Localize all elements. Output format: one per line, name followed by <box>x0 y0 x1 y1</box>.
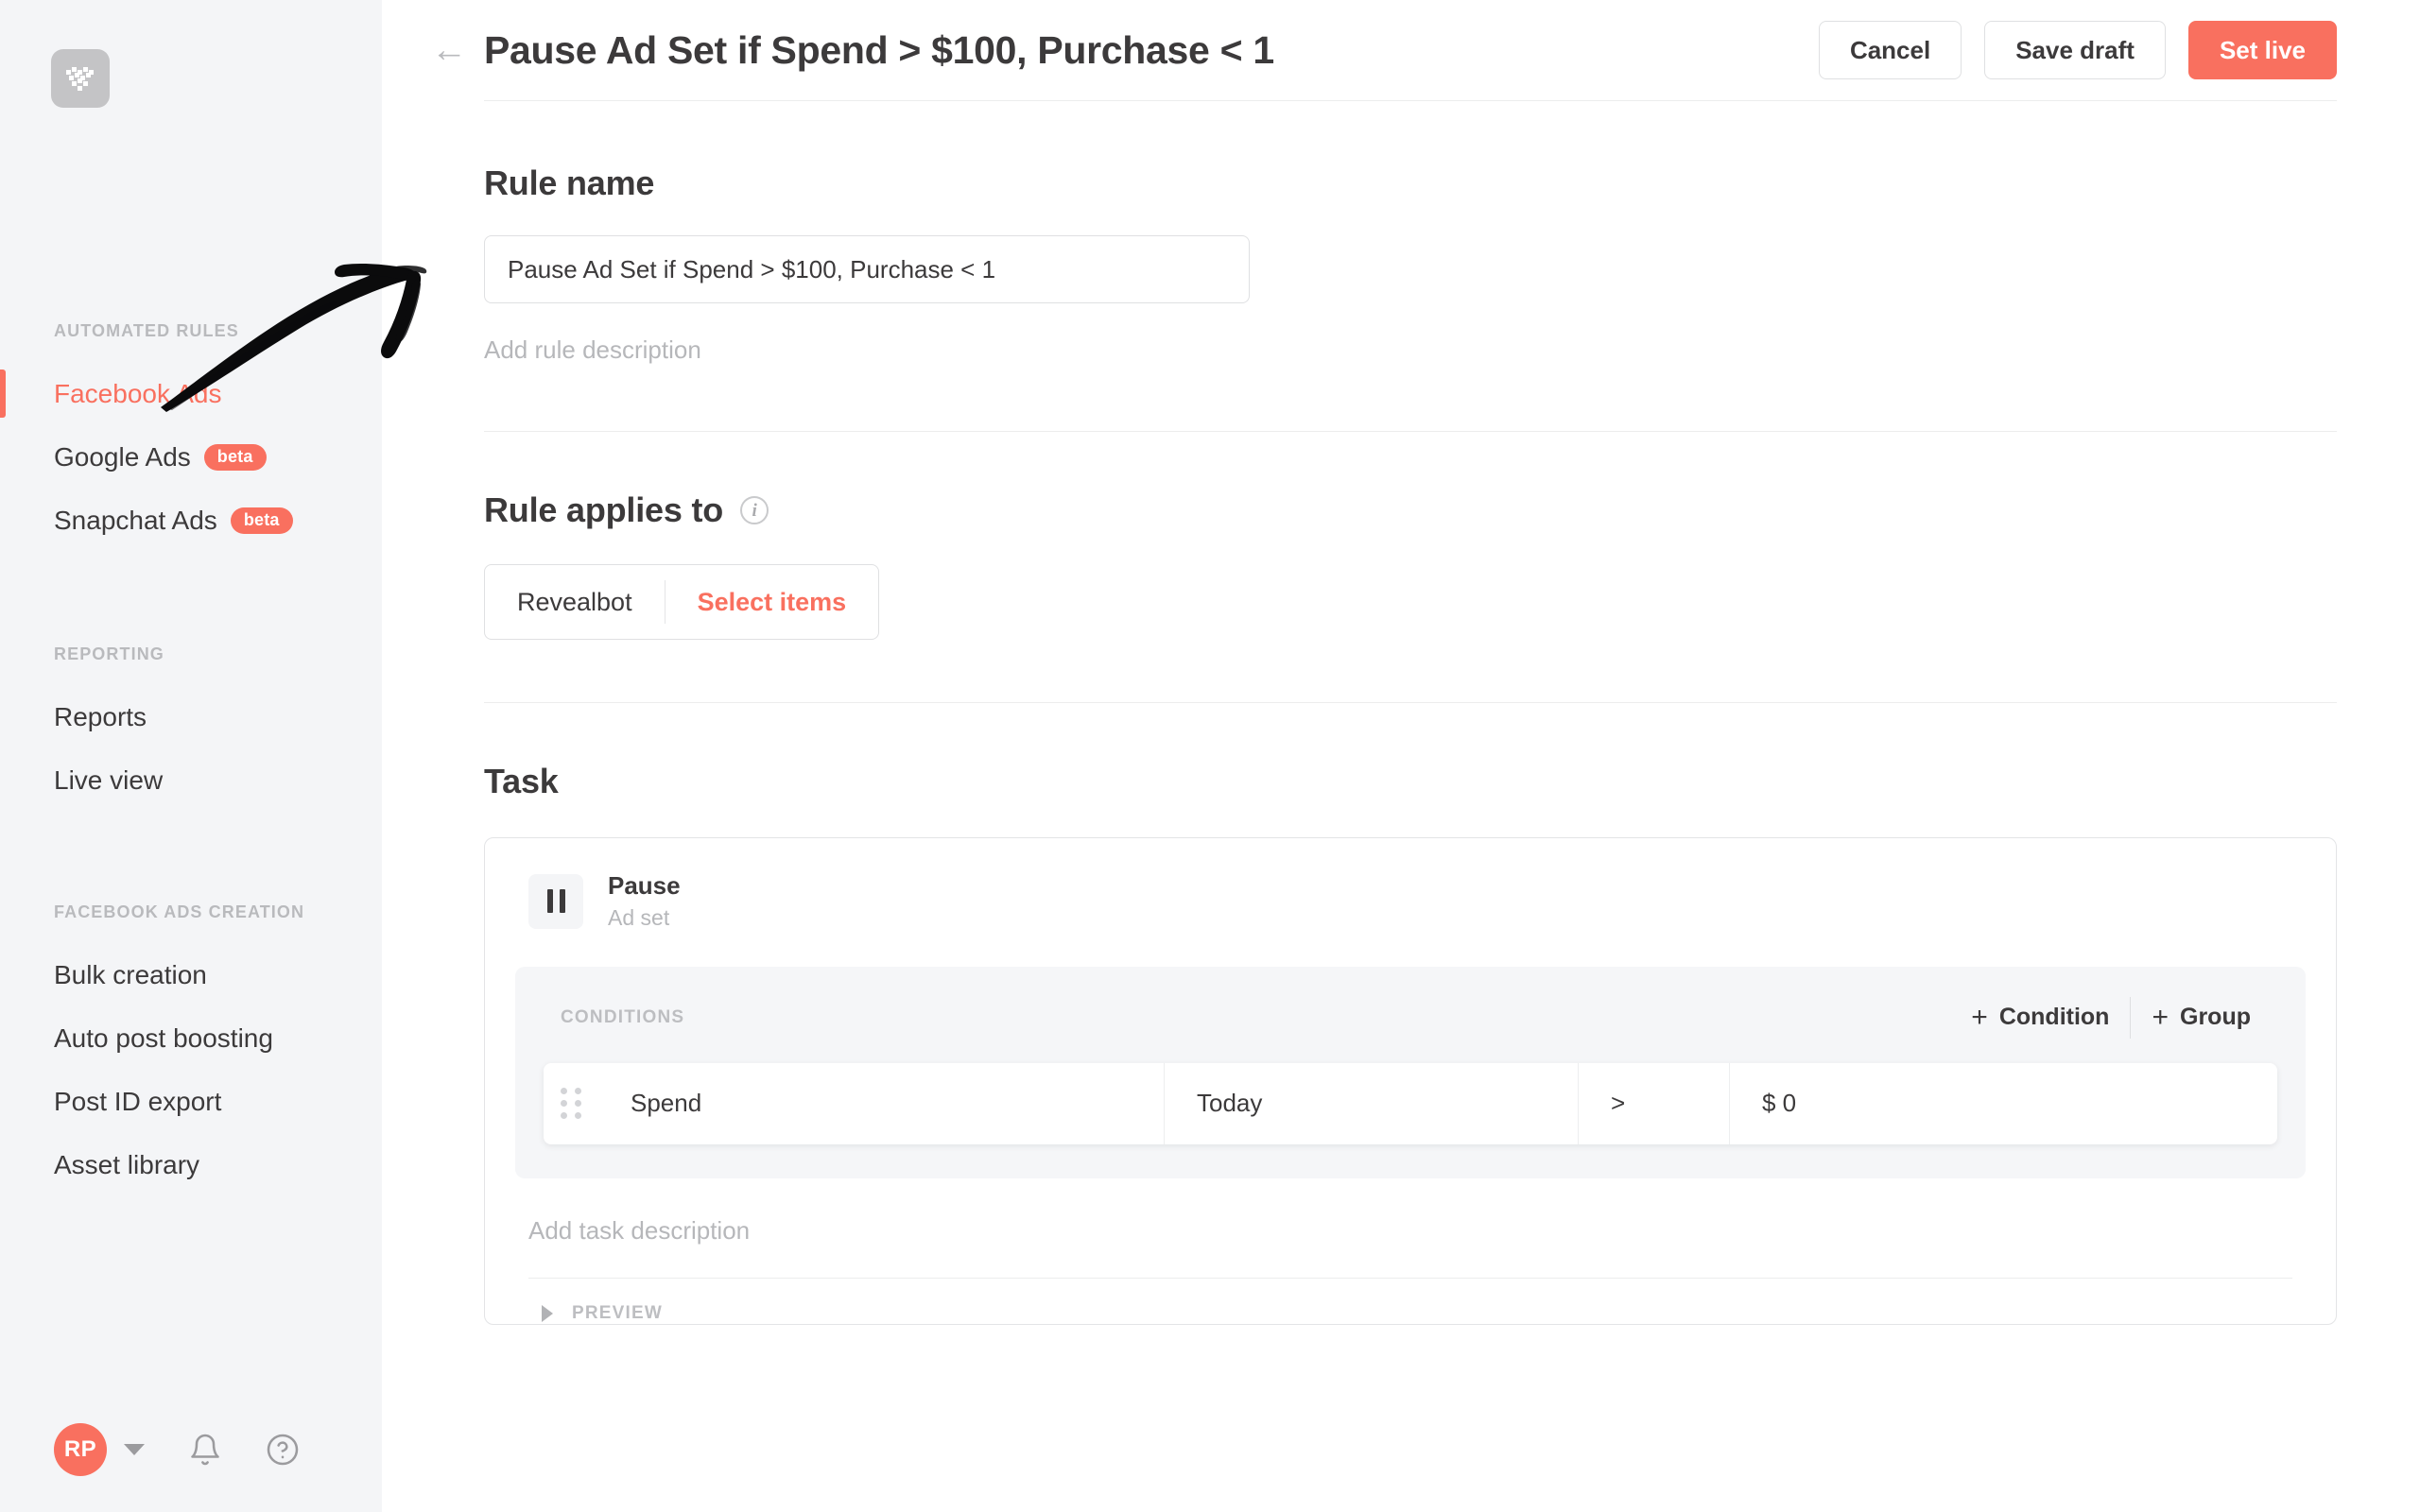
preview-toggle[interactable]: PREVIEW <box>528 1279 2292 1324</box>
page-title: Pause Ad Set if Spend > $100, Purchase <… <box>484 27 1274 72</box>
preview-label: PREVIEW <box>572 1302 664 1323</box>
sidebar-item-label: Snapchat Ads <box>54 505 217 535</box>
sidebar-item-label: Live view <box>54 765 164 795</box>
add-group-button[interactable]: + Group <box>2131 1001 2272 1033</box>
drag-dots <box>561 1088 581 1120</box>
conditions-panel: CONDITIONS + Condition + Group Spend Tod… <box>515 966 2306 1178</box>
info-icon[interactable]: i <box>740 496 769 524</box>
sidebar-item-google-ads[interactable]: Google Ads beta <box>0 425 382 489</box>
topbar: ← Pause Ad Set if Spend > $100, Purchase… <box>382 0 2420 100</box>
sidebar-item-label: Asset library <box>54 1149 200 1179</box>
bell-icon[interactable] <box>188 1433 222 1467</box>
sidebar-items: Reports Live view <box>0 685 382 812</box>
caret-right-icon <box>542 1304 553 1322</box>
sidebar-item-post-id-export[interactable]: Post ID export <box>0 1070 382 1133</box>
sidebar-section-label: REPORTING <box>54 644 164 663</box>
task-action-level: Ad set <box>608 904 670 930</box>
segment-revealbot[interactable]: Revealbot <box>485 565 665 639</box>
pause-bar-right <box>559 889 565 914</box>
arrow-left-icon[interactable]: ← <box>431 32 475 68</box>
sidebar-item-bulk-creation[interactable]: Bulk creation <box>0 943 382 1006</box>
sidebar-section-label: AUTOMATED RULES <box>54 321 239 340</box>
sidebar-item-label: Google Ads <box>54 441 191 472</box>
task-section: Task Pause Ad set CONDITIONS + Condition… <box>484 703 2337 1325</box>
add-condition-button[interactable]: + Condition <box>1950 1001 2130 1033</box>
task-card: Pause Ad set CONDITIONS + Condition + Gr… <box>484 837 2337 1325</box>
sidebar-footer: RP <box>0 1387 382 1512</box>
task-footer: Add task description PREVIEW <box>515 1178 2306 1324</box>
rule-applies-to-segmented-control: Revealbot Select items <box>484 564 880 640</box>
sidebar-section-label: FACEBOOK ADS CREATION <box>54 902 305 921</box>
section-heading: Rule applies to <box>484 490 724 529</box>
sidebar-item-facebook-ads[interactable]: Facebook Ads <box>0 362 382 425</box>
add-rule-description-link[interactable]: Add rule description <box>484 335 701 365</box>
sidebar-item-label: Post ID export <box>54 1086 222 1116</box>
sidebar-item-label: Auto post boosting <box>54 1022 273 1053</box>
avatar[interactable]: RP <box>54 1423 107 1476</box>
set-live-button[interactable]: Set live <box>2187 21 2337 79</box>
add-condition-label: Condition <box>1998 1004 2110 1031</box>
content-area: Rule name Pause Ad Set if Spend > $100, … <box>382 100 2420 1325</box>
task-action-name: Pause <box>608 871 681 900</box>
conditions-header: CONDITIONS + Condition + Group <box>544 995 2277 1040</box>
sidebar-item-reports[interactable]: Reports <box>0 685 382 748</box>
sidebar-item-label: Bulk creation <box>54 959 207 989</box>
rule-applies-to-section: Rule applies to i Revealbot Select items <box>484 432 2337 640</box>
cancel-button[interactable]: Cancel <box>1818 21 1962 79</box>
chevron-down-icon[interactable] <box>124 1444 145 1455</box>
add-task-description-link[interactable]: Add task description <box>528 1216 750 1278</box>
add-group-label: Group <box>2180 1004 2251 1031</box>
sidebar-items: Facebook Ads Google Ads beta Snapchat Ad… <box>0 362 382 552</box>
condition-metric-select[interactable]: Spend <box>598 1063 1164 1144</box>
sidebar-item-live-view[interactable]: Live view <box>0 748 382 812</box>
pause-bar-left <box>546 889 553 914</box>
pause-icon <box>528 873 583 929</box>
rule-name-section: Rule name Pause Ad Set if Spend > $100, … <box>484 101 2337 365</box>
rule-name-input[interactable]: Pause Ad Set if Spend > $100, Purchase <… <box>484 235 1250 303</box>
save-draft-button[interactable]: Save draft <box>1984 21 2166 79</box>
condition-value-input[interactable]: $ 0 <box>1729 1062 2277 1144</box>
sidebar: AUTOMATED RULES Facebook Ads Google Ads … <box>0 0 382 1512</box>
sidebar-group-reporting: REPORTING Reports Live view <box>0 644 382 812</box>
section-heading: Task <box>484 762 559 800</box>
sidebar-item-label: Reports <box>54 701 147 731</box>
task-header[interactable]: Pause Ad set <box>515 870 2306 933</box>
plus-icon: + <box>1971 1001 1988 1033</box>
app-root: AUTOMATED RULES Facebook Ads Google Ads … <box>0 0 2420 1512</box>
sidebar-group-facebook-ads-creation: FACEBOOK ADS CREATION Bulk creation Auto… <box>0 902 382 1196</box>
beta-badge: beta <box>230 507 293 534</box>
drag-handle-icon[interactable] <box>544 1063 598 1144</box>
conditions-actions: + Condition + Group <box>1950 996 2272 1039</box>
sidebar-items: Bulk creation Auto post boosting Post ID… <box>0 943 382 1196</box>
condition-time-window-select[interactable]: Today <box>1164 1062 1578 1144</box>
condition-operator-select[interactable]: > <box>1578 1062 1729 1144</box>
section-heading-row: Rule applies to i <box>484 490 2337 530</box>
beta-badge: beta <box>203 443 267 471</box>
condition-row: Spend Today > $ 0 <box>544 1062 2277 1144</box>
topbar-actions: Cancel Save draft Set live <box>1818 21 2337 79</box>
segment-select-items[interactable]: Select items <box>666 565 879 639</box>
plus-icon: + <box>2152 1001 2169 1033</box>
task-meta: Pause Ad set <box>608 870 681 933</box>
revealbot-logo-icon[interactable] <box>51 49 110 108</box>
main-content: ← Pause Ad Set if Spend > $100, Purchase… <box>382 0 2420 1512</box>
conditions-label: CONDITIONS <box>561 1006 685 1027</box>
sidebar-group-automated-rules: AUTOMATED RULES Facebook Ads Google Ads … <box>0 321 382 552</box>
help-circle-icon[interactable] <box>266 1433 300 1467</box>
sidebar-item-auto-post-boosting[interactable]: Auto post boosting <box>0 1006 382 1070</box>
sidebar-item-asset-library[interactable]: Asset library <box>0 1133 382 1196</box>
section-heading: Rule name <box>484 163 655 202</box>
sidebar-item-label: Facebook Ads <box>54 378 222 408</box>
logo-wrapper <box>0 0 382 108</box>
sidebar-item-snapchat-ads[interactable]: Snapchat Ads beta <box>0 489 382 552</box>
